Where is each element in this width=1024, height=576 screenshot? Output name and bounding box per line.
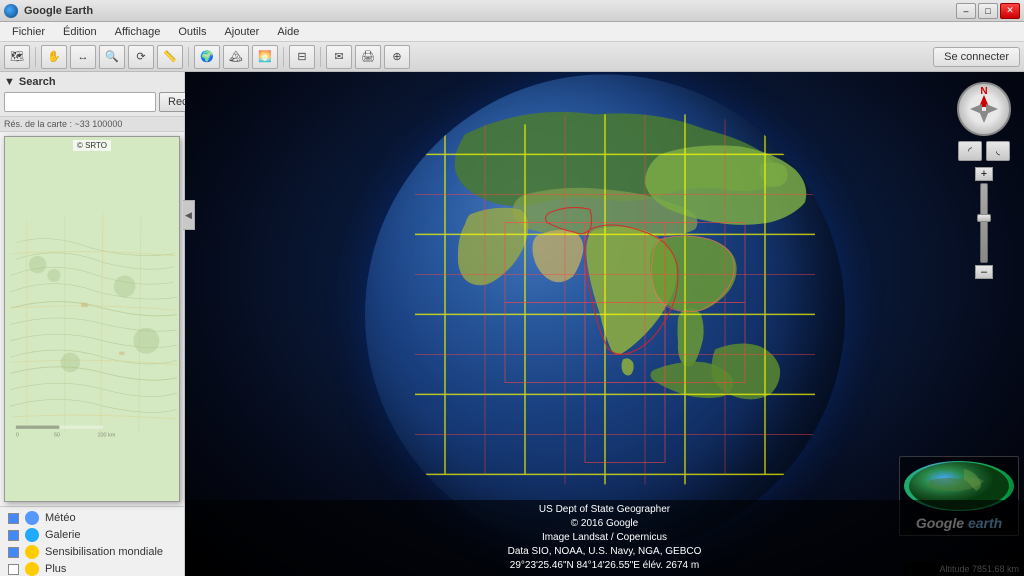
tilt-controls: ◜ ◟ xyxy=(954,141,1014,161)
titlebar-left: Google Earth xyxy=(4,4,93,18)
layer-item-1[interactable]: Galerie xyxy=(8,528,176,542)
layer-label-2: Sensibilisation mondiale xyxy=(45,546,163,558)
toolbar-share-btn[interactable]: ⊕ xyxy=(384,45,410,69)
panel-collapse-button[interactable]: ◀ xyxy=(183,200,195,230)
app-icon xyxy=(4,4,18,18)
svg-text:100 km: 100 km xyxy=(97,432,115,438)
layer-label-0: Météo xyxy=(45,512,76,524)
layer-checkbox-2[interactable] xyxy=(8,547,19,558)
menu-ajouter[interactable]: Ajouter xyxy=(216,24,267,40)
toolbar: 🗺 ✋ ↔ 🔍 ⟳ 📏 🌍 🏔 🌅 ⊟ ✉ 🖨 ⊕ Se connecter xyxy=(0,42,1024,72)
zoom-out-button[interactable]: – xyxy=(975,265,993,279)
toolbar-terrain-btn[interactable]: 🏔 xyxy=(223,45,249,69)
layer-item-0[interactable]: Météo xyxy=(8,511,176,525)
menu-edition[interactable]: Édition xyxy=(55,24,105,40)
toolbar-zoom-in-btn[interactable]: 🔍 xyxy=(99,45,125,69)
svg-text:0: 0 xyxy=(16,432,19,438)
search-row: Rechercher xyxy=(4,92,180,112)
svg-text:50: 50 xyxy=(54,432,60,438)
status-line3: Image Landsat / Copernicus xyxy=(193,531,1016,545)
connect-button[interactable]: Se connecter xyxy=(933,47,1020,67)
coords-text: Rés. de la carte : ~33 100000 xyxy=(4,119,122,129)
navigation-compass: N ◜ ◟ + – xyxy=(954,82,1014,279)
toolbar-map-btn[interactable]: 🗺 xyxy=(4,45,30,69)
coords-bar: Rés. de la carte : ~33 100000 xyxy=(0,117,184,132)
topo-map: © SRTO xyxy=(4,136,180,502)
minimize-button[interactable]: – xyxy=(956,3,976,19)
zoom-thumb[interactable] xyxy=(977,214,991,222)
layer-icon-0 xyxy=(25,511,39,525)
globe-landmass-svg xyxy=(365,74,845,554)
layers-panel: Météo Galerie Sensibilisation mondiale Plus xyxy=(0,506,184,576)
tilt-down-button[interactable]: ◟ xyxy=(986,141,1010,161)
status-line1: US Dept of State Geographer xyxy=(193,503,1016,517)
layer-icon-2 xyxy=(25,545,39,559)
toolbar-mail-btn[interactable]: ✉ xyxy=(326,45,352,69)
app-title: Google Earth xyxy=(24,5,93,17)
menu-affichage[interactable]: Affichage xyxy=(107,24,169,40)
zoom-track[interactable] xyxy=(980,183,988,263)
toolbar-sep-3 xyxy=(283,47,284,67)
toolbar-sep-2 xyxy=(188,47,189,67)
layer-checkbox-1[interactable] xyxy=(8,530,19,541)
titlebar: Google Earth – □ ✕ xyxy=(0,0,1024,22)
globe-sphere xyxy=(365,74,845,554)
toolbar-tilt-btn[interactable]: ⟳ xyxy=(128,45,154,69)
window-controls: – □ ✕ xyxy=(956,3,1020,19)
status-coords: 29°23'25.46"N 84°14'26.55"E élév. 2674 m xyxy=(193,559,1016,573)
toolbar-ruler-btn[interactable]: 📏 xyxy=(157,45,183,69)
status-line4: Data SIO, NOAA, U.S. Navy, NGA, GEBCO xyxy=(193,545,1016,559)
main-area: ▼ Search Rechercher Rés. de la carte : ~… xyxy=(0,72,1024,576)
layer-item-3[interactable]: Plus xyxy=(8,562,176,576)
topo-svg: 0 50 100 km xyxy=(5,137,179,501)
toolbar-sep-1 xyxy=(35,47,36,67)
zoom-slider-area: + – xyxy=(954,167,1014,279)
maximize-button[interactable]: □ xyxy=(978,3,998,19)
toolbar-sky-btn[interactable]: 🌅 xyxy=(252,45,278,69)
menu-outils[interactable]: Outils xyxy=(170,24,214,40)
layer-label-3: Plus xyxy=(45,563,66,575)
search-input[interactable] xyxy=(4,92,156,112)
left-panel: ▼ Search Rechercher Rés. de la carte : ~… xyxy=(0,72,185,576)
toolbar-sep-4 xyxy=(320,47,321,67)
toolbar-hand-btn[interactable]: ✋ xyxy=(41,45,67,69)
compass-ring[interactable]: N xyxy=(957,82,1011,136)
status-line2: © 2016 Google xyxy=(193,517,1016,531)
search-section: ▼ Search Rechercher xyxy=(0,72,184,117)
search-label: Search xyxy=(19,76,56,88)
toolbar-move-btn[interactable]: ↔ xyxy=(70,45,96,69)
menubar: Fichier Édition Affichage Outils Ajouter… xyxy=(0,22,1024,42)
layer-item-2[interactable]: Sensibilisation mondiale xyxy=(8,545,176,559)
layer-checkbox-0[interactable] xyxy=(8,513,19,524)
close-button[interactable]: ✕ xyxy=(1000,3,1020,19)
globe-view[interactable]: N ◜ ◟ + – xyxy=(185,72,1024,576)
search-header: ▼ Search xyxy=(4,76,180,88)
zoom-in-button[interactable]: + xyxy=(975,167,993,181)
compass-arrows xyxy=(970,95,998,123)
toolbar-print-btn[interactable]: 🖨 xyxy=(355,45,381,69)
layer-icon-3 xyxy=(25,562,39,576)
menu-fichier[interactable]: Fichier xyxy=(4,24,53,40)
compass-east-arrow xyxy=(986,104,998,114)
layer-label-1: Galerie xyxy=(45,529,80,541)
menu-aide[interactable]: Aide xyxy=(269,24,307,40)
toolbar-bar-btn[interactable]: ⊟ xyxy=(289,45,315,69)
layer-checkbox-3[interactable] xyxy=(8,564,19,575)
tilt-up-button[interactable]: ◜ xyxy=(958,141,982,161)
compass-west-arrow xyxy=(970,104,982,114)
status-bar: US Dept of State Geographer © 2016 Googl… xyxy=(185,500,1024,576)
toolbar-earth-btn[interactable]: 🌍 xyxy=(194,45,220,69)
search-toggle-icon[interactable]: ▼ xyxy=(4,76,15,88)
layer-icon-1 xyxy=(25,528,39,542)
